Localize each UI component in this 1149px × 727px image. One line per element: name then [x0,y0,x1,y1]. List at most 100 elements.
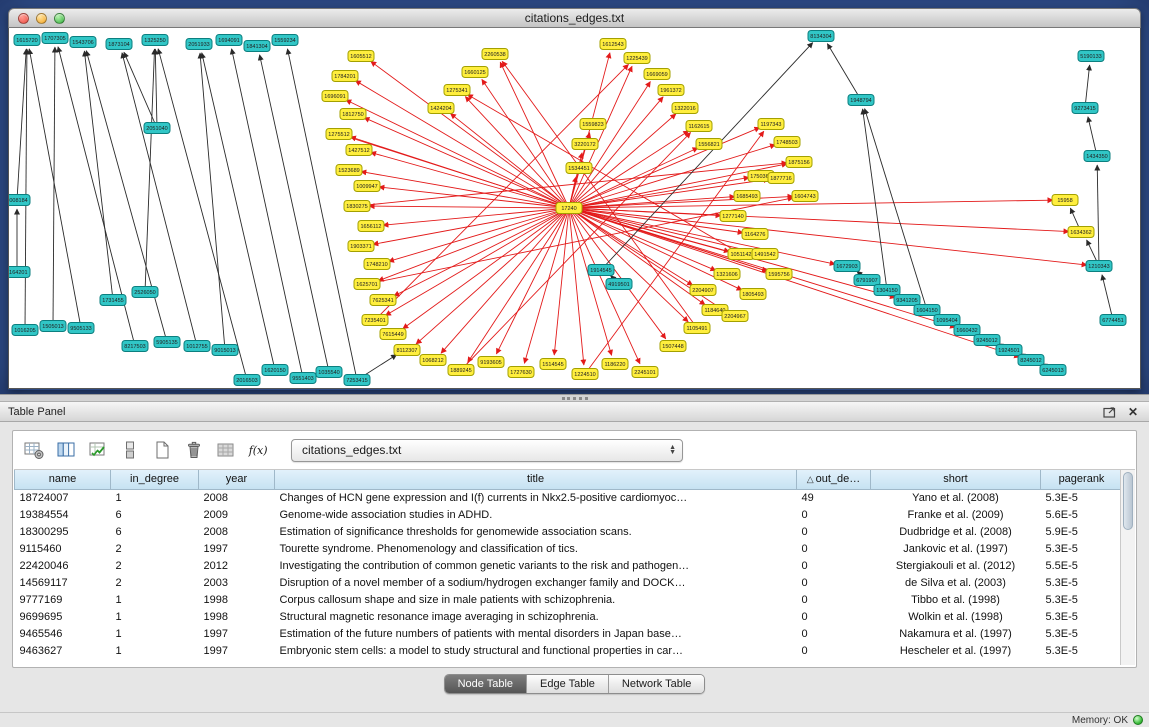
graph-node[interactable]: 1604743 [792,191,818,202]
graph-node[interactable]: 1784201 [332,71,358,82]
network-canvas[interactable]: 1724016055121784201169609118127501275512… [8,28,1141,389]
citation-edge-black[interactable] [145,49,155,292]
graph-node[interactable]: 1707305 [42,33,68,44]
graph-node[interactable]: 1660125 [462,67,488,78]
graph-node[interactable]: 1275341 [444,85,470,96]
function-builder-icon[interactable]: f(x) [245,437,271,463]
column-header-name[interactable]: name [15,470,111,489]
citation-edge-red[interactable] [441,208,569,353]
graph-node[interactable]: 1186220 [602,359,628,370]
table-row[interactable]: 946362711997Embryonic stem cells: a mode… [15,642,1123,659]
cell-pagerank[interactable]: 5.9E-5 [1041,523,1123,540]
table-select-dropdown[interactable]: citations_edges.txt ▲▼ [291,439,683,462]
cell-year[interactable]: 2008 [199,489,275,506]
citation-edge-black[interactable] [17,49,26,200]
cell-out_degree[interactable]: 0 [797,523,871,540]
graph-node[interactable]: 17240 [556,203,582,214]
graph-node[interactable]: 9551403 [290,373,316,384]
cell-name[interactable]: 9777169 [15,591,111,608]
table-row[interactable]: 969969511998Structural magnetic resonanc… [15,608,1123,625]
graph-node[interactable]: 7253415 [344,375,370,386]
scrollbar-thumb[interactable] [1123,472,1133,530]
cell-title[interactable]: Tourette syndrome. Phenomenology and cla… [275,540,797,557]
citation-edge-black[interactable] [1097,165,1099,266]
cell-pagerank[interactable]: 5.3E-5 [1041,489,1123,506]
cell-short[interactable]: Nakamura et al. (1997) [871,625,1041,642]
graph-node[interactable]: 1731455 [100,295,126,306]
graph-node[interactable]: 7235401 [362,315,388,326]
graph-node[interactable]: 1559823 [580,119,606,130]
graph-node[interactable]: 1434350 [1084,151,1110,162]
cell-name[interactable]: 9465546 [15,625,111,642]
tab-node-table[interactable]: Node Table [445,675,526,693]
graph-node[interactable]: 1012755 [184,341,210,352]
citation-edge-red[interactable] [378,208,569,281]
graph-node[interactable]: 5190133 [1078,51,1104,62]
citation-edge-black[interactable] [29,49,81,328]
graph-node[interactable]: 1903371 [348,241,374,252]
graph-node[interactable]: 1008184 [9,195,30,206]
table-row[interactable]: 1456911722003Disruption of a novel membe… [15,574,1123,591]
graph-node[interactable]: 1424204 [428,103,454,114]
graph-node[interactable]: 9193605 [478,357,504,368]
graph-node[interactable]: 2016503 [234,375,260,386]
citation-edge-red[interactable] [569,208,1020,357]
graph-node[interactable]: 1620150 [262,365,288,376]
graph-node[interactable]: 1660432 [954,325,980,336]
cell-name[interactable]: 18300295 [15,523,111,540]
tab-edge-table[interactable]: Edge Table [526,675,608,693]
graph-node[interactable]: 1625701 [354,279,380,290]
citation-edge-red[interactable] [569,208,716,271]
column-header-in_degree[interactable]: in_degree [111,470,199,489]
cell-year[interactable]: 1998 [199,608,275,625]
graph-node[interactable]: 1275512 [326,129,352,140]
graph-node[interactable]: 2260538 [482,49,508,60]
graph-node[interactable]: 6791907 [854,275,880,286]
citation-edge-black[interactable] [84,51,113,300]
cell-year[interactable]: 1997 [199,625,275,642]
table-row[interactable]: 946554611997Estimation of the future num… [15,625,1123,642]
table-row[interactable]: 1830029562008Estimation of significance … [15,523,1123,540]
cell-pagerank[interactable]: 5.3E-5 [1041,625,1123,642]
minimize-window-button[interactable] [36,13,47,24]
cell-pagerank[interactable]: 5.3E-5 [1041,608,1123,625]
graph-node[interactable]: 2204907 [690,285,716,296]
graph-node[interactable]: 1068212 [420,355,446,366]
graph-node[interactable]: 1877716 [768,173,794,184]
graph-node[interactable]: 1105491 [684,323,710,334]
citation-edge-red[interactable] [569,208,688,322]
graph-node[interactable]: 9505133 [68,323,94,334]
graph-node[interactable]: 7615449 [380,329,406,340]
graph-node[interactable]: 8112307 [394,345,420,356]
graph-node[interactable]: 1604150 [914,305,940,316]
citation-edge-black[interactable] [601,43,813,270]
citation-edge-black[interactable] [86,51,167,342]
cell-out_degree[interactable]: 0 [797,591,871,608]
graph-node[interactable]: 6774451 [1100,315,1126,326]
graph-node[interactable]: 8217503 [122,341,148,352]
graph-node[interactable]: 3220172 [572,139,598,150]
cell-short[interactable]: de Silva et al. (2003) [871,574,1041,591]
graph-node[interactable]: 8245012 [1018,355,1044,366]
graph-node[interactable]: 1210343 [1086,261,1112,272]
cell-pagerank[interactable]: 5.5E-5 [1041,557,1123,574]
cell-pagerank[interactable]: 5.3E-5 [1041,574,1123,591]
graph-node[interactable]: 1304150 [874,285,900,296]
graph-node[interactable]: 1322016 [672,103,698,114]
graph-node[interactable]: 4919501 [606,279,632,290]
graph-node[interactable]: 1016205 [12,325,38,336]
cell-short[interactable]: Dudbridge et al. (2008) [871,523,1041,540]
cell-title[interactable]: Estimation of the future numbers of pati… [275,625,797,642]
citation-edge-black[interactable] [232,49,303,378]
graph-node[interactable]: 1277140 [720,211,746,222]
cell-pagerank[interactable]: 5.6E-5 [1041,506,1123,523]
citation-edge-red[interactable] [379,187,569,208]
cell-title[interactable]: Corpus callosum shape and size in male p… [275,591,797,608]
graph-node[interactable]: 1696091 [322,91,348,102]
cell-short[interactable]: Tibbo et al. (1998) [871,591,1041,608]
cell-year[interactable]: 2003 [199,574,275,591]
table-row[interactable]: 977716911998Corpus callosum shape and si… [15,591,1123,608]
citation-edge-black[interactable] [863,109,887,290]
citation-edge-black[interactable] [1085,65,1090,108]
citation-edge-red[interactable] [569,208,584,365]
